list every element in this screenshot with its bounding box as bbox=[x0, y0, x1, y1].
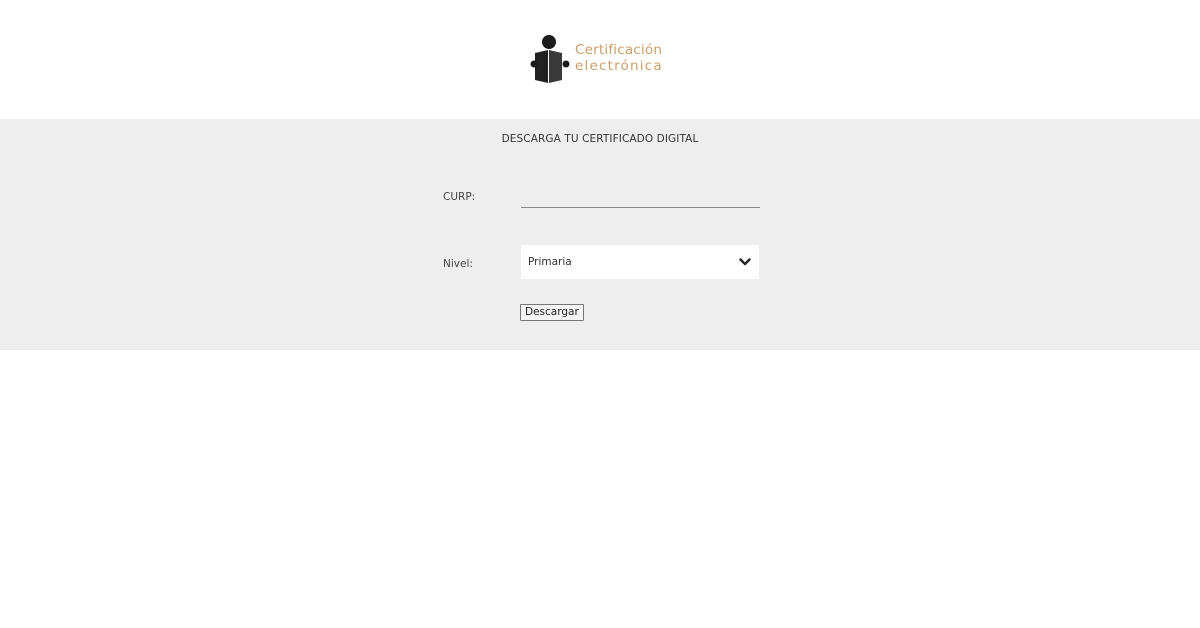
panel-title: DESCARGA TU CERTIFICADO DIGITAL bbox=[501, 133, 699, 145]
nivel-label: Nivel: bbox=[443, 258, 473, 270]
download-button[interactable]: Descargar bbox=[520, 304, 584, 321]
logo-text: Certificación electrónica bbox=[575, 42, 663, 74]
logo-line2: electrónica bbox=[575, 58, 663, 74]
header: Certificación electrónica bbox=[0, 0, 1200, 119]
reader-person-icon bbox=[530, 35, 570, 83]
curp-input[interactable] bbox=[521, 185, 760, 208]
nivel-select[interactable]: Primaria bbox=[521, 245, 759, 279]
chevron-down-icon bbox=[739, 258, 751, 266]
logo: Certificación electrónica bbox=[529, 33, 679, 87]
logo-line1: Certificación bbox=[575, 42, 663, 58]
download-panel: DESCARGA TU CERTIFICADO DIGITAL CURP: Ni… bbox=[0, 119, 1200, 350]
nivel-selected-value: Primaria bbox=[528, 256, 572, 268]
curp-label: CURP: bbox=[443, 191, 476, 203]
